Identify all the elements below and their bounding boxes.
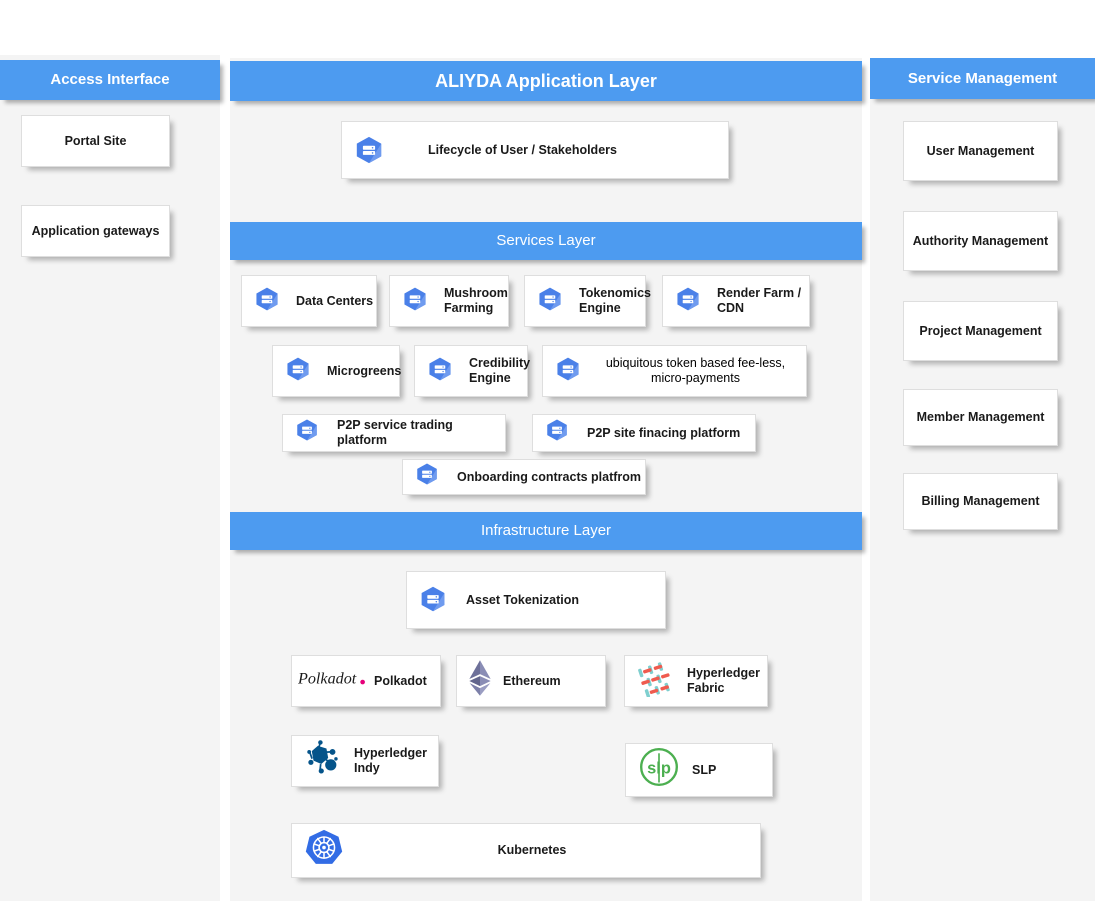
access-interface-title: Access Interface bbox=[50, 71, 169, 88]
service-item-label: Microgreens bbox=[327, 364, 401, 379]
infra-item-label: Kubernetes bbox=[304, 843, 760, 858]
polkadot-logo: Polkadot bbox=[298, 666, 368, 696]
gcp-hexagon-icon bbox=[415, 462, 445, 492]
service-mgmt-item-label: User Management bbox=[927, 144, 1035, 159]
service-item-render-farm-cdn[interactable]: Render Farm / CDN bbox=[662, 275, 810, 327]
access-item-label: Application gateways bbox=[32, 224, 160, 239]
service-item-label: Onboarding contracts platfrom bbox=[457, 470, 641, 485]
infra-item-label: Ethereum bbox=[503, 674, 561, 689]
infra-item-label: Hyperledger Fabric bbox=[687, 666, 767, 696]
services-layer-header: Services Layer bbox=[230, 222, 862, 260]
gcp-hexagon-icon bbox=[285, 356, 315, 386]
architecture-diagram: Access Interface Portal Site Application… bbox=[0, 0, 1095, 901]
service-management-title: Service Management bbox=[908, 70, 1057, 87]
access-item-application-gateways[interactable]: Application gateways bbox=[21, 205, 170, 257]
access-item-label: Portal Site bbox=[65, 134, 127, 149]
app-item-label: Lifecycle of User / Stakeholders bbox=[428, 143, 617, 158]
service-mgmt-item-label: Project Management bbox=[919, 324, 1041, 339]
infra-item-hyperledger-indy[interactable]: Hyperledger Indy bbox=[291, 735, 439, 787]
service-item-label: P2P site finacing platform bbox=[587, 426, 740, 441]
infrastructure-layer-header: Infrastructure Layer bbox=[230, 512, 862, 550]
service-mgmt-item-authority-management[interactable]: Authority Management bbox=[903, 211, 1058, 271]
service-item-label: ubiquitous token based fee-less, micro-p… bbox=[591, 356, 800, 386]
service-mgmt-item-billing-management[interactable]: Billing Management bbox=[903, 473, 1058, 530]
gcp-hexagon-icon bbox=[675, 286, 705, 316]
ethereum-logo bbox=[469, 660, 491, 702]
app-item-lifecycle[interactable]: Lifecycle of User / Stakeholders bbox=[341, 121, 729, 179]
gcp-hexagon-icon bbox=[254, 286, 284, 316]
gcp-hexagon-icon bbox=[402, 286, 432, 316]
service-item-mushroom-farming[interactable]: Mushroom Farming bbox=[389, 275, 509, 327]
infra-item-label: Asset Tokenization bbox=[466, 593, 579, 608]
infra-item-label: SLP bbox=[692, 763, 716, 778]
infra-item-polkadot[interactable]: Polkadot Polkadot bbox=[291, 655, 441, 707]
gcp-hexagon-icon bbox=[354, 135, 384, 165]
service-item-label: Data Centers bbox=[296, 294, 373, 309]
svg-text:Polkadot: Polkadot bbox=[298, 670, 357, 687]
service-item-label: Tokenomics Engine bbox=[579, 286, 651, 316]
gcp-hexagon-icon bbox=[427, 356, 457, 386]
gcp-hexagon-icon bbox=[295, 418, 325, 448]
infra-item-label: Hyperledger Indy bbox=[354, 746, 438, 776]
service-item-p2p-site-financing[interactable]: P2P site finacing platform bbox=[532, 414, 756, 452]
service-item-credibility-engine[interactable]: Credibility Engine bbox=[414, 345, 528, 397]
application-layer-header: ALIYDA Application Layer bbox=[230, 61, 862, 101]
service-management-header: Service Management bbox=[870, 58, 1095, 99]
service-item-label: P2P service trading platform bbox=[337, 418, 505, 448]
gcp-hexagon-icon bbox=[555, 356, 585, 386]
application-layer-title: ALIYDA Application Layer bbox=[435, 71, 657, 92]
service-item-label: Credibility Engine bbox=[469, 356, 530, 386]
service-item-label: Render Farm / CDN bbox=[717, 286, 809, 316]
infra-item-slp[interactable]: slp SLP bbox=[625, 743, 773, 797]
service-mgmt-item-label: Authority Management bbox=[913, 234, 1048, 249]
services-layer-title: Services Layer bbox=[496, 232, 595, 249]
access-interface-header: Access Interface bbox=[0, 60, 220, 100]
infra-item-ethereum[interactable]: Ethereum bbox=[456, 655, 606, 707]
service-item-label: Mushroom Farming bbox=[444, 286, 508, 316]
infra-item-hyperledger-fabric[interactable]: Hyperledger Fabric bbox=[624, 655, 768, 707]
infrastructure-layer-title: Infrastructure Layer bbox=[481, 522, 611, 539]
service-mgmt-item-label: Member Management bbox=[917, 410, 1045, 425]
service-mgmt-item-user-management[interactable]: User Management bbox=[903, 121, 1058, 181]
infra-item-kubernetes[interactable]: Kubernetes bbox=[291, 823, 761, 878]
gcp-hexagon-icon bbox=[419, 585, 449, 615]
slp-logo: slp bbox=[638, 746, 680, 794]
service-item-tokenomics-engine[interactable]: Tokenomics Engine bbox=[524, 275, 646, 327]
infra-item-asset-tokenization[interactable]: Asset Tokenization bbox=[406, 571, 666, 629]
service-item-microgreens[interactable]: Microgreens bbox=[272, 345, 400, 397]
infra-item-label: Polkadot bbox=[374, 674, 427, 689]
service-mgmt-item-project-management[interactable]: Project Management bbox=[903, 301, 1058, 361]
service-item-data-centers[interactable]: Data Centers bbox=[241, 275, 377, 327]
service-item-onboarding-contracts[interactable]: Onboarding contracts platfrom bbox=[402, 459, 646, 495]
gcp-hexagon-icon bbox=[545, 418, 575, 448]
service-item-micro-payments[interactable]: ubiquitous token based fee-less, micro-p… bbox=[542, 345, 807, 397]
hyperledger-indy-logo bbox=[304, 739, 342, 783]
hyperledger-fabric-logo bbox=[637, 659, 675, 703]
access-interface-panel bbox=[0, 55, 220, 901]
service-mgmt-item-label: Billing Management bbox=[921, 494, 1039, 509]
service-mgmt-item-member-management[interactable]: Member Management bbox=[903, 389, 1058, 446]
gcp-hexagon-icon bbox=[537, 286, 567, 316]
service-item-p2p-service-trading[interactable]: P2P service trading platform bbox=[282, 414, 506, 452]
access-item-portal-site[interactable]: Portal Site bbox=[21, 115, 170, 167]
